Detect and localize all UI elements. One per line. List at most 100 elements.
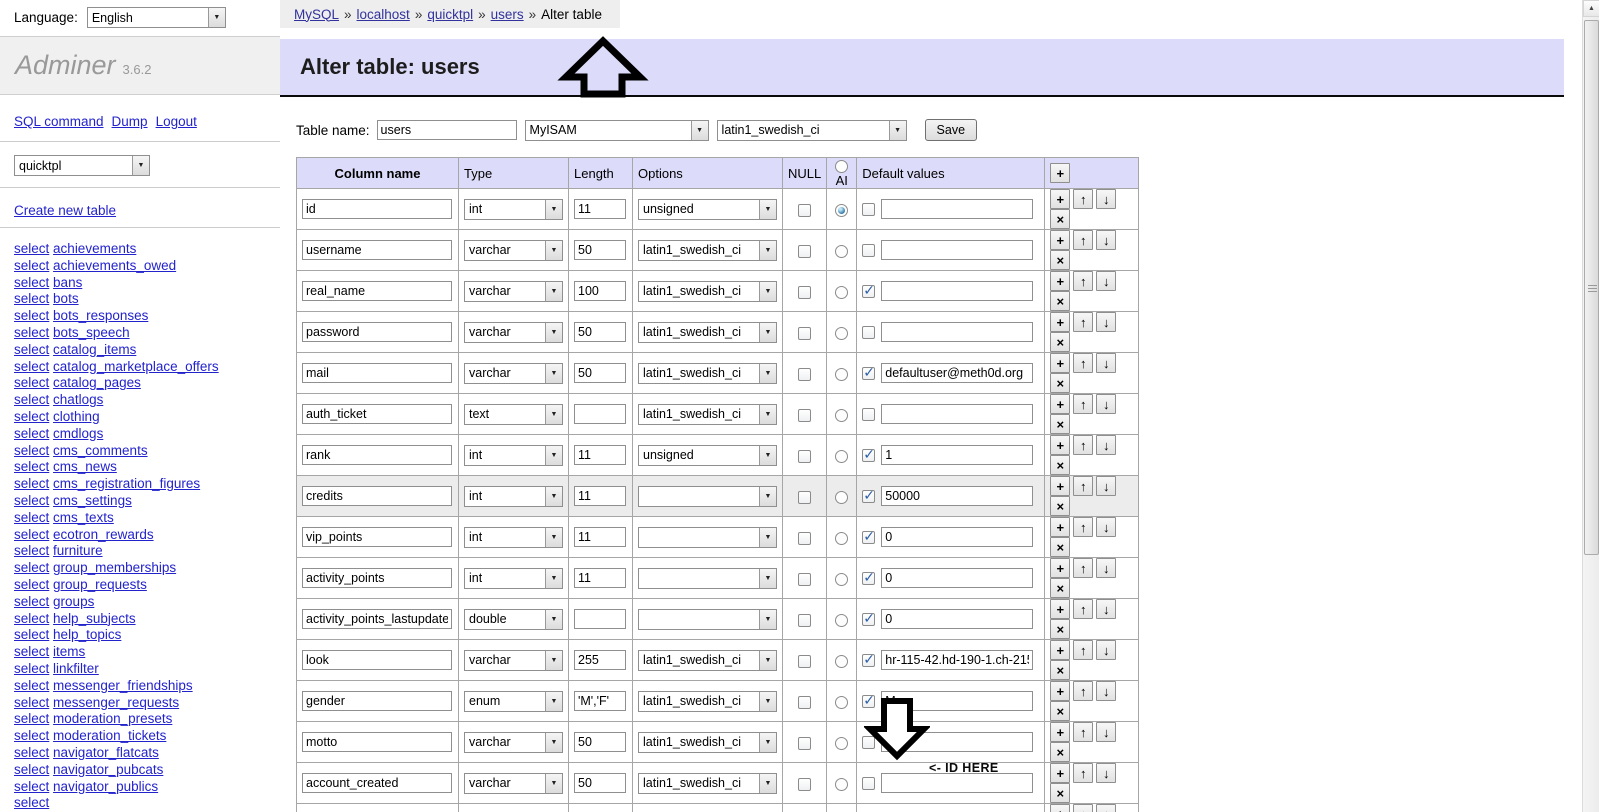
add-column-button[interactable]: +	[1050, 189, 1071, 210]
select-link[interactable]: select	[14, 644, 49, 659]
default-checkbox[interactable]	[862, 325, 876, 339]
move-up-button[interactable]: ↑	[1073, 476, 1094, 497]
default-checkbox[interactable]	[862, 243, 876, 257]
type-select[interactable]: varchar ▼	[464, 772, 563, 794]
remove-column-button[interactable]: ×	[1050, 291, 1071, 311]
null-checkbox[interactable]	[798, 613, 812, 627]
select-link[interactable]: select	[14, 493, 49, 508]
default-value-input[interactable]	[881, 773, 1034, 794]
save-button[interactable]: Save	[924, 119, 978, 141]
ai-header-radio[interactable]	[835, 160, 849, 174]
null-checkbox[interactable]	[798, 736, 812, 750]
type-select[interactable]: int ▼	[464, 567, 563, 589]
default-value-input[interactable]	[881, 240, 1034, 261]
remove-column-button[interactable]: ×	[1050, 578, 1071, 598]
add-column-button[interactable]: +	[1050, 271, 1071, 292]
select-link[interactable]: select	[14, 459, 49, 474]
length-input[interactable]	[574, 445, 626, 466]
table-link[interactable]: help_topics	[53, 627, 121, 642]
default-checkbox[interactable]	[862, 407, 876, 421]
type-select[interactable]: int ▼	[464, 526, 563, 548]
null-checkbox[interactable]	[798, 572, 812, 586]
default-value-input[interactable]	[881, 322, 1034, 343]
sidebar-link-sql-command[interactable]: SQL command	[14, 114, 104, 129]
breadcrumb-link-users[interactable]: users	[491, 7, 524, 22]
table-link[interactable]: cms_news	[53, 459, 117, 474]
length-input[interactable]	[574, 240, 626, 261]
sidebar-link-logout[interactable]: Logout	[156, 114, 197, 129]
table-link[interactable]: navigator_publics	[53, 779, 158, 794]
default-checkbox[interactable]	[862, 364, 876, 381]
select-link[interactable]: select	[14, 443, 49, 458]
move-down-button[interactable]: ↓	[1096, 271, 1117, 292]
column-name-input[interactable]	[302, 445, 452, 466]
ai-radio[interactable]	[835, 285, 849, 299]
move-down-button[interactable]: ↓	[1096, 763, 1117, 784]
select-link[interactable]: select	[14, 560, 49, 575]
vertical-scrollbar[interactable]: ▲	[1582, 0, 1599, 812]
move-up-button[interactable]: ↑	[1073, 804, 1094, 812]
ai-radio[interactable]	[835, 736, 849, 750]
ai-radio[interactable]	[835, 367, 849, 381]
move-up-button[interactable]: ↑	[1073, 681, 1094, 702]
move-down-button[interactable]: ↓	[1096, 804, 1117, 812]
options-select[interactable]: unsigned ▼	[638, 444, 777, 466]
move-up-button[interactable]: ↑	[1073, 558, 1094, 579]
default-value-input[interactable]	[881, 199, 1034, 220]
default-value-input[interactable]	[881, 609, 1034, 630]
select-link[interactable]: select	[14, 392, 49, 407]
default-value-input[interactable]	[881, 732, 1034, 753]
table-link[interactable]: navigator_pubcats	[53, 762, 163, 777]
type-select[interactable]: int ▼	[464, 485, 563, 507]
move-up-button[interactable]: ↑	[1073, 312, 1094, 333]
type-select[interactable]: int ▼	[464, 198, 563, 220]
null-checkbox[interactable]	[798, 285, 812, 299]
default-checkbox[interactable]	[862, 692, 876, 709]
select-link[interactable]: select	[14, 728, 49, 743]
move-down-button[interactable]: ↓	[1096, 558, 1117, 579]
table-link[interactable]: bans	[53, 275, 82, 290]
options-select[interactable]: latin1_swedish_ci ▼	[638, 690, 777, 712]
select-link[interactable]: select	[14, 325, 49, 340]
remove-column-button[interactable]: ×	[1050, 660, 1071, 680]
default-checkbox[interactable]	[862, 282, 876, 299]
default-value-input[interactable]	[881, 568, 1034, 589]
add-column-button[interactable]: +	[1050, 312, 1071, 333]
ai-radio[interactable]	[835, 244, 849, 258]
move-up-button[interactable]: ↑	[1073, 517, 1094, 538]
add-column-button[interactable]: +	[1050, 517, 1071, 538]
select-link[interactable]: select	[14, 308, 49, 323]
type-select[interactable]: text ▼	[464, 403, 563, 425]
default-checkbox[interactable]	[862, 651, 876, 668]
length-input[interactable]	[574, 609, 626, 630]
move-up-button[interactable]: ↑	[1073, 640, 1094, 661]
language-select[interactable]: English ▼	[86, 7, 226, 28]
default-checkbox[interactable]	[862, 446, 876, 463]
remove-column-button[interactable]: ×	[1050, 537, 1071, 557]
null-checkbox[interactable]	[798, 367, 812, 381]
move-up-button[interactable]: ↑	[1073, 353, 1094, 374]
remove-column-button[interactable]: ×	[1050, 209, 1071, 229]
remove-column-button[interactable]: ×	[1050, 373, 1071, 393]
options-select[interactable]: latin1_swedish_ci ▼	[638, 731, 777, 753]
move-up-button[interactable]: ↑	[1073, 722, 1094, 743]
length-input[interactable]	[574, 568, 626, 589]
select-link[interactable]: select	[14, 695, 49, 710]
table-link[interactable]: cmdlogs	[53, 426, 103, 441]
add-column-button[interactable]: +	[1050, 394, 1071, 415]
options-select[interactable]: ▼	[638, 568, 777, 590]
remove-column-button[interactable]: ×	[1050, 455, 1071, 475]
add-column-button[interactable]: +	[1050, 722, 1071, 743]
move-down-button[interactable]: ↓	[1096, 230, 1117, 251]
length-input[interactable]	[574, 650, 626, 671]
select-link[interactable]: select	[14, 291, 49, 306]
table-link[interactable]: cms_registration_figures	[53, 476, 200, 491]
select-link[interactable]: select	[14, 745, 49, 760]
null-checkbox[interactable]	[798, 695, 812, 709]
length-input[interactable]	[574, 732, 626, 753]
column-name-input[interactable]	[302, 650, 452, 671]
scrollbar-thumb[interactable]	[1584, 20, 1599, 555]
select-link[interactable]: select	[14, 627, 49, 642]
options-select[interactable]: unsigned ▼	[638, 198, 777, 220]
length-input[interactable]	[574, 486, 626, 507]
